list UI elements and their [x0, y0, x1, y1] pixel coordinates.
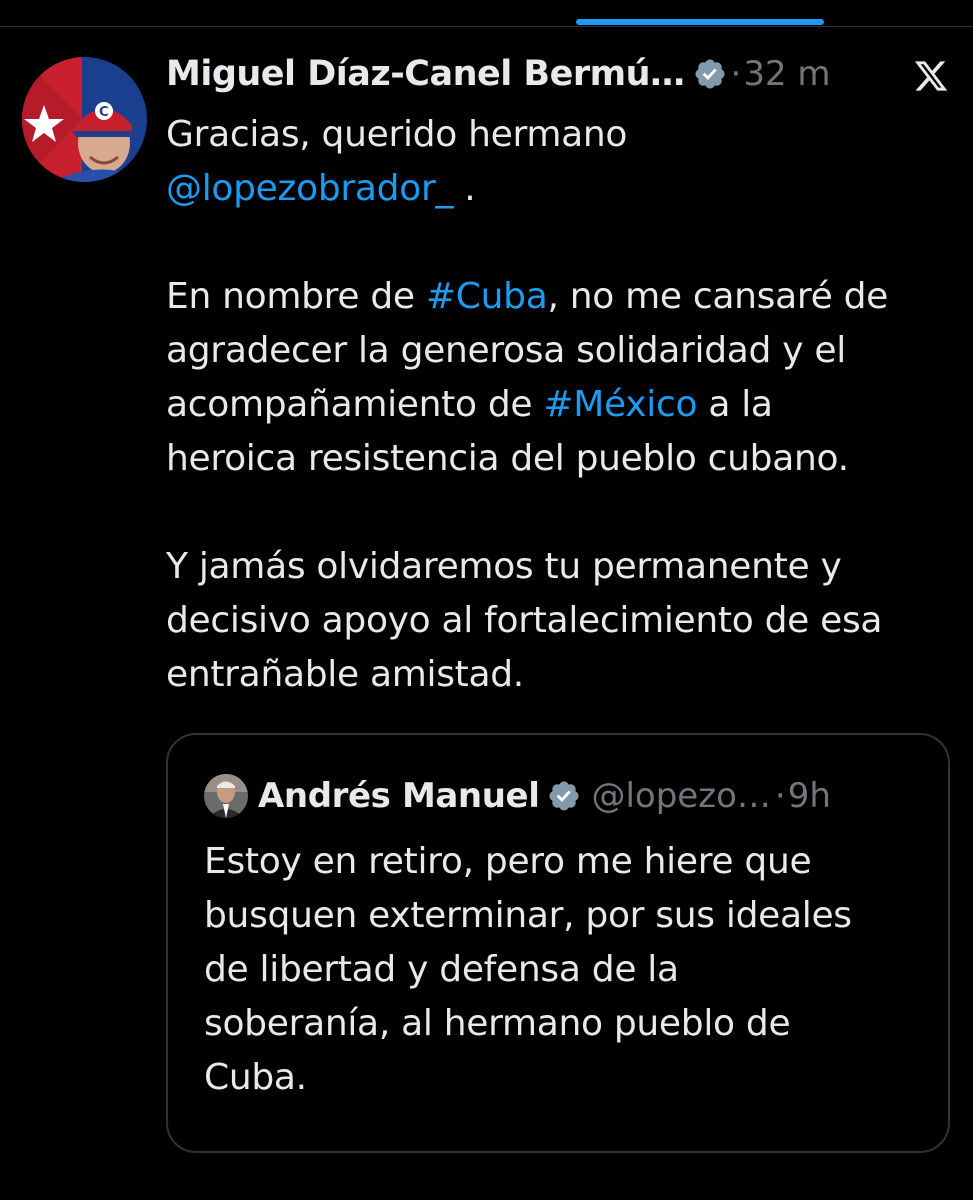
tweet-line: agradecer la generosa solidaridad y el: [166, 330, 846, 371]
tweet-line: Y jamás olvidaremos tu permanente y: [166, 546, 842, 587]
tweet-line-text: En nombre de: [166, 276, 426, 317]
tweet-line-text: acompañamiento de: [166, 384, 544, 425]
hashtag-cuba-link[interactable]: #Cuba: [426, 276, 548, 317]
author-avatar[interactable]: C: [22, 57, 147, 182]
author-avatar-image: C: [22, 57, 147, 182]
mention-link[interactable]: @lopezobrador_: [166, 168, 453, 209]
quoted-tweet-line: soberanía, al hermano pueblo de: [204, 1003, 791, 1044]
author-name[interactable]: Miguel Díaz-Canel Bermú…: [166, 54, 685, 94]
tweet-line: heroica resistencia del pueblo cubano.: [166, 438, 849, 479]
quoted-tweet-header: Andrés Manuel @lopezo… · 9h: [204, 769, 831, 823]
quoted-header-separator: ·: [774, 776, 786, 816]
tweet-line: @lopezobrador_ .: [166, 162, 956, 216]
hashtag-mexico-link[interactable]: #México: [543, 384, 697, 425]
verified-badge-icon: [549, 781, 579, 811]
verified-badge-icon: [694, 59, 725, 89]
quoted-tweet-body: Estoy en retiro, pero me hiere que busqu…: [204, 835, 924, 1105]
active-tab-indicator: [576, 19, 824, 25]
quoted-author-name[interactable]: Andrés Manuel: [258, 776, 540, 816]
quoted-tweet-card[interactable]: Andrés Manuel @lopezo… · 9h Estoy en ret…: [166, 733, 950, 1153]
tweet-line: entrañable amistad.: [166, 654, 524, 695]
tweet-line-text: .: [453, 168, 476, 209]
quoted-author-handle[interactable]: @lopezo…: [591, 776, 770, 816]
quoted-tweet-timestamp[interactable]: 9h: [788, 776, 831, 816]
svg-text:C: C: [99, 105, 109, 120]
x-logo-icon[interactable]: [912, 58, 950, 94]
quoted-tweet-line: busquen exterminar, por sus ideales: [204, 895, 852, 936]
tweet-line: decisivo apoyo al fortalecimiento de esa: [166, 600, 883, 641]
quoted-tweet-line: Cuba.: [204, 1057, 307, 1098]
tweet-line-text: a la: [697, 384, 773, 425]
quoted-author-avatar-image: [204, 774, 248, 818]
quoted-tweet-line: Estoy en retiro, pero me hiere que: [204, 841, 812, 882]
quoted-tweet-line: de libertad y defensa de la: [204, 949, 679, 990]
tweet-line: En nombre de #Cuba, no me cansaré de: [166, 270, 956, 324]
top-divider: [0, 26, 973, 27]
tweet-line: acompañamiento de #México a la: [166, 378, 956, 432]
tweet-timestamp[interactable]: 32 m: [743, 54, 830, 94]
tweet-line: Gracias, querido hermano: [166, 114, 628, 155]
header-separator: ·: [730, 54, 742, 94]
quoted-author-avatar[interactable]: [204, 774, 248, 818]
tweet-header: Miguel Díaz-Canel Bermú… · 32 m: [166, 48, 956, 100]
tweet-body: Gracias, querido hermano @lopezobrador_ …: [166, 108, 956, 702]
tweet-line-text: , no me cansaré de: [547, 276, 888, 317]
